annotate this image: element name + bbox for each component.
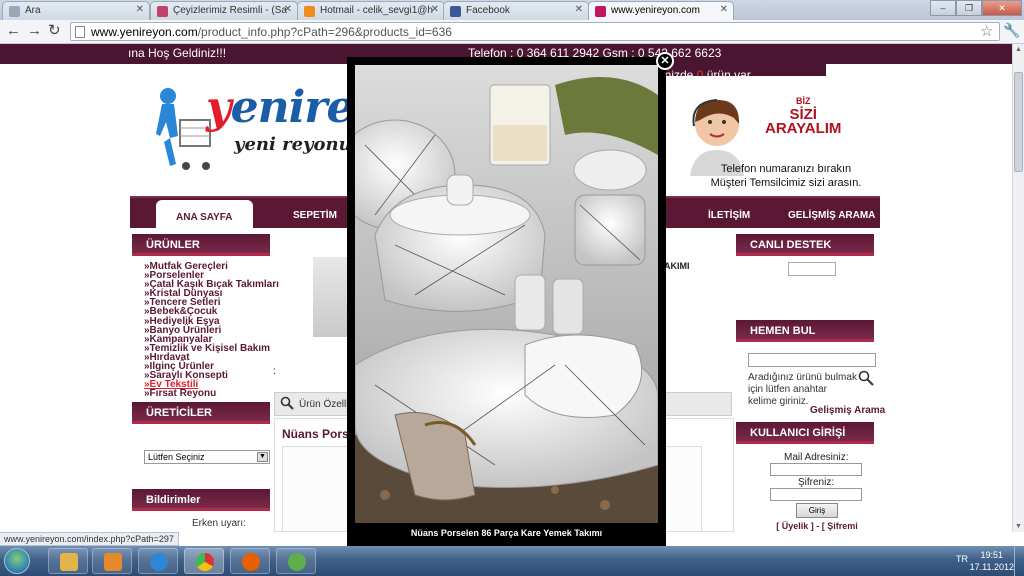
menu-home[interactable]: ANA SAYFA: [156, 200, 253, 228]
notifications-heading: Bildirimler: [132, 489, 270, 511]
lightbox-close-button[interactable]: ✕: [656, 52, 674, 70]
close-icon[interactable]: ✕: [136, 4, 144, 15]
login-button[interactable]: Giriş: [796, 503, 838, 518]
search-icon[interactable]: [858, 370, 874, 386]
quick-find-heading: HEMEN BUL: [736, 320, 874, 342]
tab-facebook[interactable]: Facebook ✕: [443, 1, 589, 20]
url-path: /product_info.php?cPath=296&products_id=…: [197, 25, 452, 39]
chrome-icon: [196, 553, 214, 571]
advanced-search-link[interactable]: Gelişmiş Arama: [810, 405, 885, 416]
windows-taskbar: TR 19:51 17.11.2012: [0, 546, 1024, 576]
live-support-image[interactable]: [788, 262, 836, 276]
messenger-icon: [288, 553, 306, 571]
password-field[interactable]: [770, 488, 862, 501]
password-label: Şifreniz:: [798, 477, 835, 488]
taskbar-messenger[interactable]: [276, 548, 316, 574]
dinnerware-photo: [355, 65, 658, 523]
tab-label: Ara: [25, 5, 41, 16]
product-thumbnail[interactable]: [313, 257, 349, 337]
page-icon: [75, 26, 85, 38]
taskbar-firefox[interactable]: [230, 548, 270, 574]
scroll-down-icon[interactable]: ▼: [1015, 523, 1022, 530]
status-bar-url: www.yenireyon.com/index.php?cPath=297: [0, 532, 179, 546]
close-icon[interactable]: ✕: [284, 4, 292, 15]
tab-label: www.yenireyon.com: [611, 5, 700, 16]
email-label: Mail Adresiniz:: [784, 452, 849, 463]
search-icon: [280, 396, 294, 410]
ie-icon: [150, 553, 168, 571]
callout-big: ARAYALIM: [765, 120, 842, 137]
colon-text: :: [273, 366, 276, 377]
tab-label: Hotmail - celik_sevgi1@h: [320, 5, 433, 16]
tab-ara[interactable]: Ara ✕: [2, 1, 150, 20]
wrench-icon[interactable]: 🔧: [1003, 22, 1020, 39]
bookmark-star-icon[interactable]: ☆: [980, 22, 993, 40]
window-controls: – ❐ ✕: [930, 0, 1022, 16]
search-help-text: Aradığınız ürünü bulmak için lütfen anah…: [748, 372, 857, 407]
close-icon[interactable]: ✕: [431, 4, 439, 15]
early-warning-text: Erken uyarı:: [192, 518, 246, 529]
product-title-fragment: AKIMI: [664, 261, 690, 271]
scroll-up-icon[interactable]: ▲: [1015, 46, 1022, 53]
tab-label: Çeyizlerimiz Resimli - (Sa: [173, 5, 287, 16]
live-support-heading: CANLI DESTEK: [736, 234, 874, 256]
scrollbar-thumb[interactable]: [1014, 72, 1023, 172]
menu-advanced-search[interactable]: GELİŞMİŞ ARAMA: [788, 198, 875, 228]
taskbar-chrome[interactable]: [184, 548, 224, 574]
folder-icon: [60, 553, 78, 571]
category-list: »Mutfak Gereçleri »Porselenler »Çatal Ka…: [144, 261, 279, 399]
callout-text: Telefon numaranızı bırakın Müşteri Temsi…: [710, 163, 862, 189]
account-links[interactable]: [ Üyelik ] - [ Şifremi Unuttum? ]: [774, 521, 860, 532]
favicon-icon: [157, 6, 168, 17]
firefox-icon: [242, 553, 260, 571]
menu-cart[interactable]: SEPETİM: [293, 198, 337, 228]
welcome-text: ına Hoş Geldiniz!!!: [128, 46, 227, 60]
show-desktop-button[interactable]: [1014, 546, 1024, 576]
start-button[interactable]: [4, 548, 30, 574]
email-field[interactable]: [770, 463, 862, 476]
products-heading: ÜRÜNLER: [132, 234, 270, 256]
chevron-down-icon: ▼: [257, 452, 268, 462]
menu-contact[interactable]: İLETİŞİM: [708, 198, 750, 228]
tab-label: Facebook: [466, 5, 510, 16]
yenireyon-icon: [595, 6, 606, 17]
manufacturer-select[interactable]: Lütfen Seçiniz ▼: [144, 450, 270, 464]
close-window-button[interactable]: ✕: [982, 0, 1022, 16]
lightbox-product-image[interactable]: [355, 65, 658, 523]
close-icon[interactable]: ✕: [720, 4, 728, 15]
system-clock[interactable]: 19:51 17.11.2012: [970, 549, 1014, 573]
taskbar-ie[interactable]: [138, 548, 178, 574]
url-host: www.yenireyon.com: [91, 25, 198, 39]
search-icon: [9, 6, 20, 17]
login-heading: KULLANICI GİRİŞİ: [736, 422, 874, 444]
language-indicator[interactable]: TR: [956, 554, 968, 564]
manufacturers-heading: ÜRETİCİLER: [132, 402, 270, 424]
tab-yenireyon[interactable]: www.yenireyon.com ✕: [588, 1, 734, 20]
tab-hotmail[interactable]: Hotmail - celik_sevgi1@h ✕: [297, 1, 445, 20]
callout-heading: BİZ SİZİ ARAYALIM: [765, 94, 841, 136]
tab-ceyiz[interactable]: Çeyizlerimiz Resimli - (Sa ✕: [150, 1, 298, 20]
browser-tab-strip: Ara ✕ Çeyizlerimiz Resimli - (Sa ✕ Hotmail…: [0, 0, 1024, 20]
site-tagline: yeni reyonu: [234, 134, 352, 155]
lightbox-caption: Nüans Porselen 86 Parça Kare Yemek Takım…: [410, 528, 603, 538]
quick-search-input[interactable]: [748, 353, 876, 367]
media-player-icon: [104, 553, 122, 571]
address-toolbar: ← → ↻ www.yenireyon.com/product_info.php…: [0, 20, 1024, 44]
facebook-icon: [450, 6, 461, 17]
reload-icon[interactable]: ↻: [48, 23, 61, 39]
back-icon[interactable]: ←: [6, 23, 21, 39]
taskbar-explorer[interactable]: [48, 548, 88, 574]
maximize-button[interactable]: ❐: [956, 0, 982, 16]
product-heading: Nüans Porse: [282, 427, 356, 441]
taskbar-media-player[interactable]: [92, 548, 132, 574]
close-icon[interactable]: ✕: [575, 4, 583, 15]
forward-icon[interactable]: →: [27, 23, 42, 39]
hotmail-icon: [304, 6, 315, 17]
cart-mascot-icon: [156, 88, 211, 170]
vertical-scrollbar[interactable]: ▲ ▼: [1012, 44, 1024, 532]
minimize-button[interactable]: –: [930, 0, 956, 16]
address-input[interactable]: www.yenireyon.com/product_info.php?cPath…: [70, 22, 1000, 41]
category-link[interactable]: »Fırsat Reyonu: [144, 389, 279, 399]
